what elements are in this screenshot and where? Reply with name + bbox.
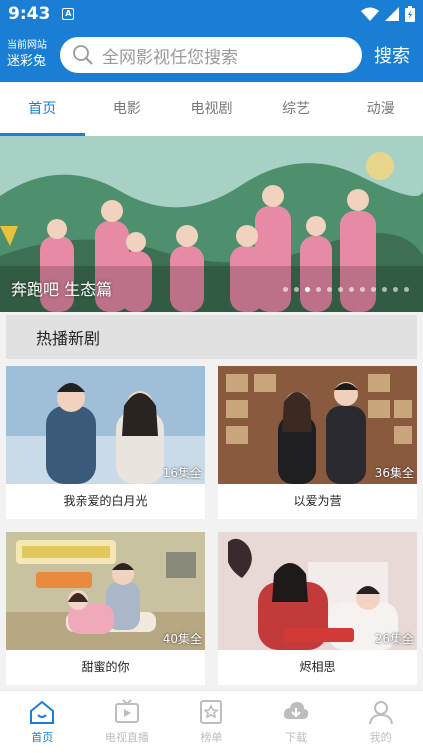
nav-download-label: 下载	[285, 731, 308, 744]
banner-carousel[interactable]: 奔跑吧 生态篇	[0, 136, 423, 312]
nav-profile-label: 我的	[369, 731, 392, 744]
carousel-dot[interactable]	[327, 287, 332, 292]
episode-count: 36集全	[374, 466, 414, 480]
app-screen: 9:43 A 当前网站 迷彩兔 全网影视任您搜索 搜索 首页 电影 电视剧 综艺…	[0, 0, 423, 753]
nav-home-label: 首页	[31, 731, 54, 744]
status-bar: 9:43 A	[0, 0, 423, 28]
tab-home[interactable]: 首页	[0, 82, 85, 136]
tab-tv-series[interactable]: 电视剧	[169, 82, 254, 136]
drama-title: 我亲爱的白月光	[63, 494, 148, 508]
current-site-label: 当前网站	[7, 40, 47, 51]
search-input[interactable]: 全网影视任您搜索	[60, 37, 362, 73]
drama-poster: 36集全	[218, 366, 417, 484]
section-title: 热播新剧	[6, 315, 417, 359]
current-site-name: 迷彩兔	[7, 54, 47, 69]
carousel-dot[interactable]	[349, 287, 354, 292]
tv-icon	[114, 699, 139, 723]
user-icon	[368, 701, 393, 725]
episode-count: 40集全	[162, 632, 202, 646]
signal-icon	[385, 7, 399, 21]
carousel-dot[interactable]	[316, 287, 321, 292]
carousel-dot[interactable]	[338, 287, 343, 292]
download-icon	[283, 702, 309, 719]
nav-profile[interactable]: 我的	[338, 691, 423, 753]
drama-card[interactable]: 16集全 我亲爱的白月光	[6, 366, 205, 519]
wifi-icon	[361, 7, 379, 21]
status-time: 9:43	[8, 4, 51, 24]
notification-badge-icon: A	[62, 8, 75, 20]
carousel-dot[interactable]	[360, 287, 365, 292]
ranking-icon	[200, 700, 223, 724]
tab-movies[interactable]: 电影	[85, 82, 170, 136]
category-tabs: 首页 电影 电视剧 综艺 动漫	[0, 82, 423, 136]
carousel-dots	[283, 287, 409, 292]
nav-download[interactable]: 下载	[254, 691, 339, 753]
home-icon	[30, 700, 55, 724]
drama-poster: 16集全	[6, 366, 205, 484]
carousel-dot[interactable]	[382, 287, 387, 292]
nav-home[interactable]: 首页	[0, 691, 85, 753]
bottom-navigation: 首页 电视直播 榜单 下载 我的	[0, 690, 423, 753]
episode-count: 26集全	[374, 632, 414, 646]
app-header: 9:43 A 当前网站 迷彩兔 全网影视任您搜索 搜索	[0, 0, 423, 82]
nav-ranking[interactable]: 榜单	[169, 691, 254, 753]
carousel-dot[interactable]	[371, 287, 376, 292]
tab-variety[interactable]: 综艺	[254, 82, 339, 136]
drama-card[interactable]: 40集全 甜蜜的你	[6, 532, 205, 685]
drama-card[interactable]: 36集全 以爱为营	[218, 366, 417, 519]
drama-grid: 16集全 我亲爱的白月光 36集全 以爱为营 40集全 甜蜜的你 26集全 烬相…	[0, 359, 423, 685]
tab-anime[interactable]: 动漫	[338, 82, 423, 136]
banner-caption: 奔跑吧 生态篇	[11, 280, 113, 299]
search-icon	[73, 45, 93, 65]
carousel-dot[interactable]	[283, 287, 288, 292]
search-button[interactable]: 搜索	[374, 42, 410, 68]
episode-count: 16集全	[162, 466, 202, 480]
carousel-dot[interactable]	[294, 287, 299, 292]
drama-title: 甜蜜的你	[81, 660, 130, 674]
nav-live-tv-label: 电视直播	[104, 731, 149, 744]
status-icons	[361, 6, 415, 22]
drama-poster: 40集全	[6, 532, 205, 650]
drama-poster: 26集全	[218, 532, 417, 650]
current-site[interactable]: 当前网站 迷彩兔	[7, 39, 57, 71]
search-header: 当前网站 迷彩兔 全网影视任您搜索 搜索	[0, 28, 423, 82]
nav-live-tv[interactable]: 电视直播	[85, 691, 170, 753]
drama-title: 以爱为营	[293, 494, 342, 508]
drama-title: 烬相思	[299, 660, 336, 674]
carousel-dot[interactable]	[404, 287, 409, 292]
carousel-dot-active[interactable]	[305, 287, 310, 292]
search-placeholder: 全网影视任您搜索	[102, 47, 238, 68]
nav-ranking-label: 榜单	[200, 731, 223, 744]
carousel-dot[interactable]	[393, 287, 398, 292]
battery-icon	[405, 6, 415, 22]
drama-card[interactable]: 26集全 烬相思	[218, 532, 417, 685]
